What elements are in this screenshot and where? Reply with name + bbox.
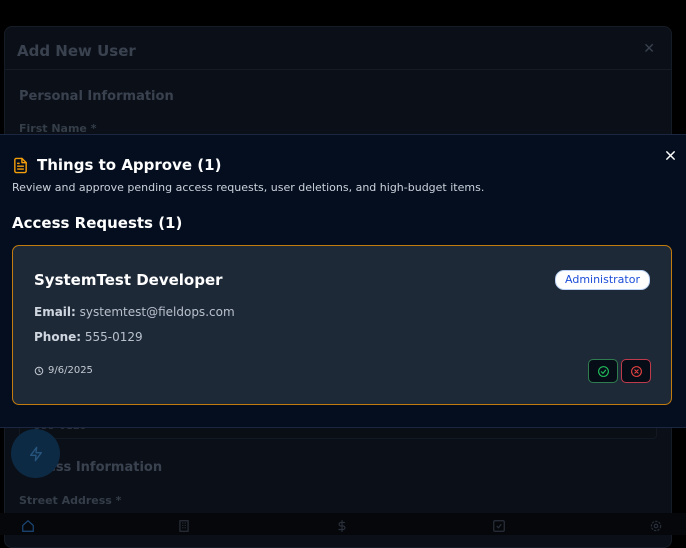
role-badge: Administrator bbox=[555, 270, 650, 290]
email-row: Email: systemtest@fieldops.com bbox=[34, 305, 235, 319]
bottom-nav bbox=[0, 513, 686, 535]
approval-modal: Things to Approve (1) Review and approve… bbox=[0, 134, 686, 428]
nav-tasks[interactable] bbox=[492, 519, 506, 533]
address-info-heading: ess Information bbox=[47, 460, 163, 475]
modal-close-button[interactable] bbox=[662, 147, 678, 163]
phone-row: Phone: 555-0129 bbox=[34, 330, 143, 344]
modal-header: Things to Approve (1) bbox=[12, 156, 221, 174]
nav-home[interactable] bbox=[21, 519, 35, 533]
lightning-icon bbox=[29, 446, 42, 461]
clock-icon bbox=[34, 366, 44, 375]
reject-button[interactable] bbox=[621, 359, 651, 383]
quick-action-button[interactable] bbox=[11, 429, 60, 478]
nav-budget[interactable] bbox=[335, 519, 349, 533]
home-icon bbox=[22, 519, 34, 532]
close-icon bbox=[665, 150, 675, 160]
phone-label: Phone: bbox=[34, 330, 82, 344]
nav-buildings[interactable] bbox=[177, 519, 191, 533]
x-circle-icon bbox=[630, 365, 642, 377]
access-requests-heading: Access Requests (1) bbox=[12, 214, 183, 232]
modal-description: Review and approve pending access reques… bbox=[12, 181, 485, 194]
form-close-icon[interactable]: ✕ bbox=[643, 41, 655, 57]
document-icon bbox=[14, 157, 27, 173]
building-icon bbox=[179, 520, 189, 532]
requester-name: SystemTest Developer bbox=[34, 271, 223, 289]
email-value: systemtest@fieldops.com bbox=[79, 305, 235, 319]
dollar-icon bbox=[338, 520, 346, 532]
phone-value: 555-0129 bbox=[84, 330, 143, 344]
nav-settings[interactable] bbox=[649, 519, 663, 533]
gear-icon bbox=[650, 520, 662, 532]
approve-button[interactable] bbox=[588, 359, 618, 383]
access-request-card: SystemTest Developer Administrator Email… bbox=[12, 245, 672, 405]
personal-info-heading: Personal Information bbox=[19, 89, 174, 104]
checkbox-icon bbox=[493, 520, 505, 532]
request-date-value: 9/6/2025 bbox=[48, 365, 93, 376]
form-title: Add New User bbox=[17, 42, 136, 60]
check-circle-icon bbox=[597, 365, 609, 377]
modal-title: Things to Approve (1) bbox=[37, 156, 222, 174]
email-label: Email: bbox=[34, 305, 76, 319]
street-address-label: Street Address * bbox=[19, 494, 122, 507]
request-date: 9/6/2025 bbox=[34, 365, 93, 376]
